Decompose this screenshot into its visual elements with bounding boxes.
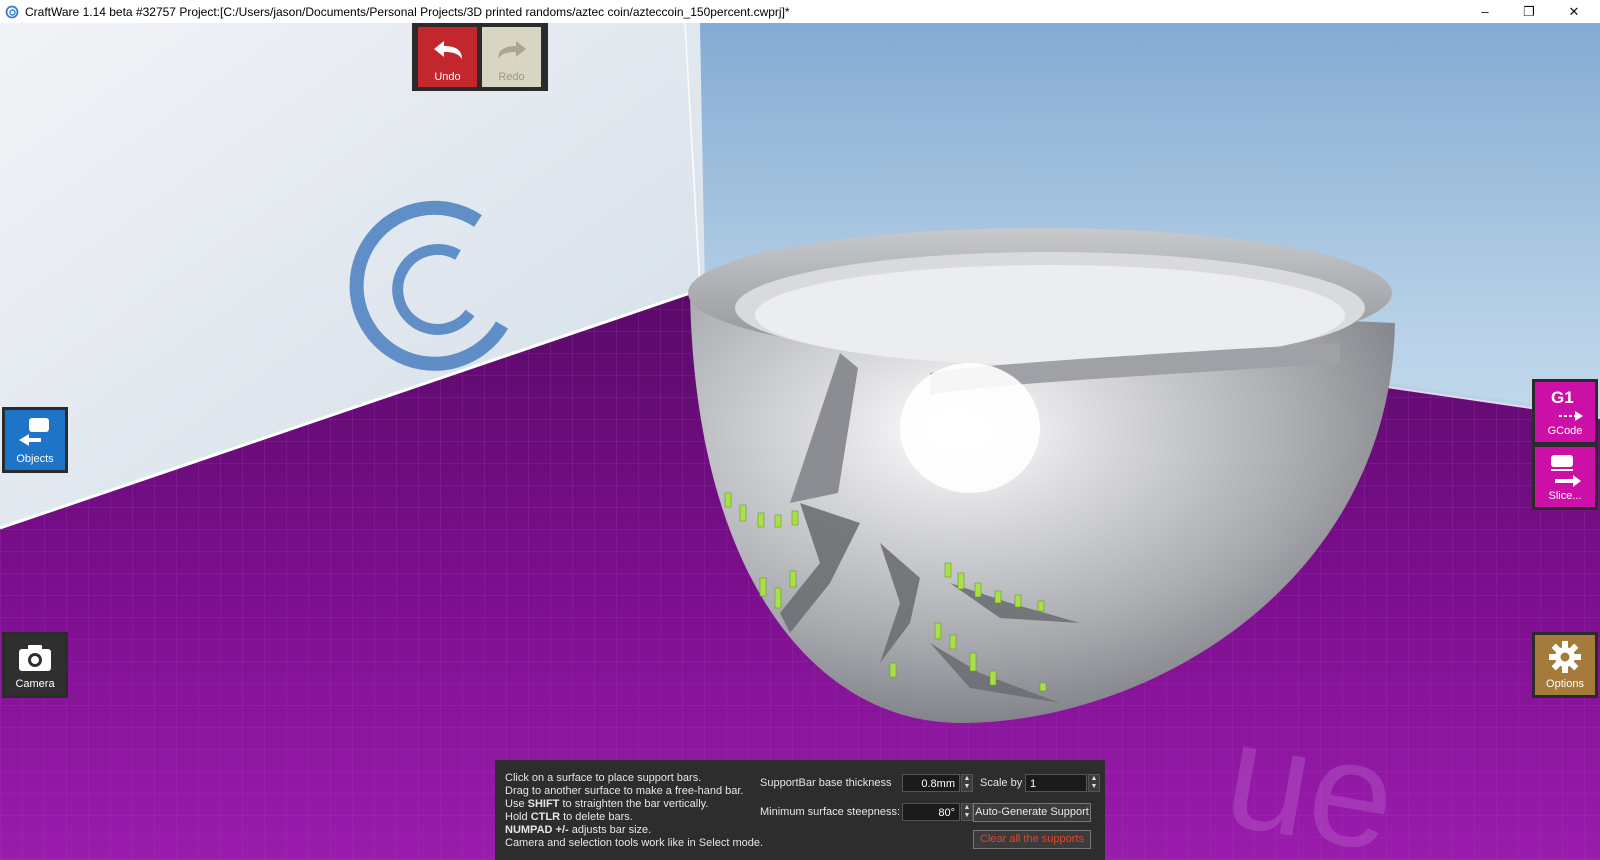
slice-icon <box>1551 455 1581 487</box>
undo-label: Undo <box>434 71 461 83</box>
support-edit-panel: Click on a surface to place support bars… <box>495 760 1105 860</box>
options-button[interactable]: Options <box>1532 632 1598 698</box>
redo-label: Redo <box>498 71 525 83</box>
clear-supports-button[interactable]: Clear all the supports <box>973 830 1091 849</box>
scene-render: ue <box>0 23 1600 860</box>
scale-spinner[interactable]: ▲ ▼ <box>1088 774 1100 792</box>
redo-button[interactable]: Redo <box>482 27 541 87</box>
auto-generate-support-button[interactable]: Auto-Generate Support <box>973 803 1091 822</box>
base-thickness-spinner[interactable]: ▲ ▼ <box>961 774 973 792</box>
objects-label: Objects <box>16 453 54 465</box>
gear-icon <box>1549 641 1581 673</box>
title-bar: CraftWare 1.14 beta #32757 Project:[C:/U… <box>0 0 1600 23</box>
spin-up-icon[interactable]: ▲ <box>962 775 972 783</box>
spin-up-icon[interactable]: ▲ <box>962 804 972 812</box>
base-thickness-label: SupportBar base thickness <box>760 777 892 789</box>
objects-icon <box>19 418 49 446</box>
help-line: Click on a surface to place support bars… <box>505 772 702 784</box>
spin-down-icon[interactable]: ▼ <box>962 812 972 820</box>
window-title: CraftWare 1.14 beta #32757 Project:[C:/U… <box>25 4 790 19</box>
base-thickness-input[interactable]: 0.8mm <box>902 774 960 792</box>
spin-down-icon[interactable]: ▼ <box>962 783 972 791</box>
close-button[interactable]: ✕ <box>1552 0 1596 23</box>
options-label: Options <box>1546 678 1584 690</box>
gcode-label: GCode <box>1547 425 1583 437</box>
undo-button[interactable]: Undo <box>418 27 477 87</box>
export-arrow-icon <box>1559 411 1583 421</box>
help-line: Use SHIFT to straighten the bar vertical… <box>505 798 709 810</box>
support-help-text: Click on a surface to place support bars… <box>505 772 763 850</box>
help-line: Drag to another surface to make a free-h… <box>505 785 744 797</box>
scale-input[interactable]: 1 <box>1025 774 1087 792</box>
min-steepness-input[interactable]: 80° <box>902 803 960 821</box>
restore-button[interactable]: ❐ <box>1507 0 1551 23</box>
gcode-glyph: G1 <box>1551 388 1574 407</box>
svg-text:ue: ue <box>1214 689 1407 860</box>
slice-button[interactable]: Slice... <box>1532 444 1598 510</box>
camera-button[interactable]: Camera <box>2 632 68 698</box>
help-line: Camera and selection tools work like in … <box>505 837 764 849</box>
gcode-button[interactable]: G1 GCode <box>1532 379 1598 445</box>
slice-label: Slice... <box>1548 490 1582 502</box>
min-steepness-label: Minimum surface steepness: <box>760 806 900 818</box>
spin-down-icon[interactable]: ▼ <box>1089 783 1099 791</box>
scale-label: Scale by <box>980 777 1023 789</box>
min-steepness-spinner[interactable]: ▲ ▼ <box>961 803 973 821</box>
redo-arrow-icon <box>498 41 526 59</box>
help-line: NUMPAD +/- adjusts bar size. <box>505 824 652 836</box>
camera-icon <box>19 645 51 671</box>
3d-viewport[interactable]: ue <box>0 23 1600 860</box>
camera-label: Camera <box>15 678 55 690</box>
undo-arrow-icon <box>434 41 462 59</box>
objects-button[interactable]: Objects <box>2 407 68 473</box>
undo-redo-panel: Undo Redo <box>412 23 548 91</box>
help-line: Hold CTLR to delete bars. <box>505 811 633 823</box>
minimize-button[interactable]: – <box>1463 0 1507 23</box>
spin-up-icon[interactable]: ▲ <box>1089 775 1099 783</box>
craftware-logo-icon <box>5 5 19 18</box>
